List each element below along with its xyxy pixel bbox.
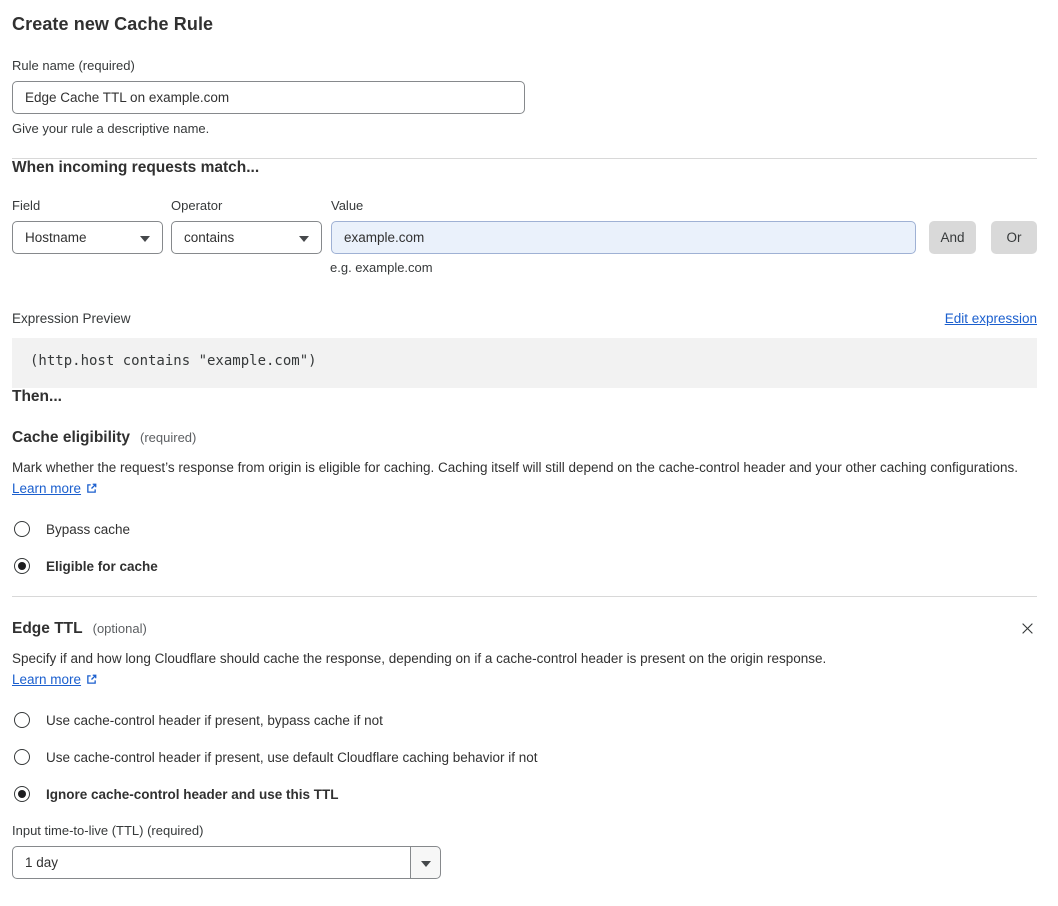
chevron-down-icon	[299, 230, 309, 245]
radio-option-label[interactable]: Bypass cache	[46, 522, 130, 537]
close-icon	[1020, 623, 1035, 639]
cache-eligibility-titlebar: Cache eligibility (required)	[12, 429, 1037, 447]
page-title: Create new Cache Rule	[12, 14, 214, 34]
edit-expression-link[interactable]: Edit expression	[945, 311, 1037, 326]
cache-eligibility-description: Mark whether the request’s response from…	[12, 457, 1037, 501]
external-link-icon	[85, 671, 98, 692]
cache-eligibility-qualifier: (required)	[140, 430, 197, 445]
radio-icon[interactable]	[14, 712, 30, 728]
value-helper: e.g. example.com	[330, 260, 433, 275]
create-cache-rule-form: Create new Cache Rule Rule name (require…	[0, 0, 1058, 899]
field-select[interactable]: Hostname	[12, 221, 163, 254]
radio-option-label[interactable]: Use cache-control header if present, use…	[46, 750, 538, 765]
chevron-down-icon	[140, 230, 150, 245]
chevron-down-icon	[420, 855, 431, 870]
edge-ttl-section: Edge TTL (optional) Specify if and how l…	[12, 597, 1037, 879]
radio-option-label[interactable]: Eligible for cache	[46, 559, 158, 574]
edge-ttl-learn-more-link[interactable]: Learn more	[12, 672, 81, 687]
ttl-label: Input time-to-live (TTL) (required)	[12, 823, 204, 838]
radio-option-eligible-for-cache[interactable]: Eligible for cache	[12, 558, 1037, 574]
ttl-combobox	[12, 846, 441, 879]
radio-icon[interactable]	[14, 749, 30, 765]
ttl-value-input[interactable]	[12, 846, 411, 879]
edge-ttl-titlebar: Edge TTL (optional)	[12, 597, 1037, 638]
ttl-input-block: Input time-to-live (TTL) (required)	[12, 823, 1037, 879]
operator-select-value: contains	[184, 230, 235, 245]
field-select-value: Hostname	[25, 230, 87, 245]
expression-preview-label: Expression Preview	[12, 311, 131, 326]
radio-option-label[interactable]: Use cache-control header if present, byp…	[46, 713, 383, 728]
edge-ttl-title: Edge TTL	[12, 620, 83, 637]
remove-edge-ttl-button[interactable]	[1018, 619, 1037, 638]
radio-icon-selected[interactable]	[14, 558, 30, 574]
rule-name-helper: Give your rule a descriptive name.	[12, 121, 210, 136]
then-heading: Then...	[12, 388, 62, 405]
rule-name-block: Rule name (required) Give your rule a de…	[12, 58, 1037, 136]
expression-header: Expression Preview Edit expression	[12, 311, 1037, 326]
radio-option-ignore-header-use-ttl[interactable]: Ignore cache-control header and use this…	[12, 786, 1037, 802]
edge-ttl-qualifier: (optional)	[92, 621, 147, 636]
edge-ttl-description: Specify if and how long Cloudflare shoul…	[12, 648, 844, 692]
rule-name-input[interactable]	[12, 81, 525, 114]
radio-option-use-header-bypass[interactable]: Use cache-control header if present, byp…	[12, 712, 1037, 728]
cache-eligibility-section: Cache eligibility (required) Mark whethe…	[12, 429, 1037, 574]
radio-option-bypass-cache[interactable]: Bypass cache	[12, 521, 1037, 537]
cache-eligibility-options: Bypass cache Eligible for cache	[12, 521, 1037, 574]
radio-option-label[interactable]: Ignore cache-control header and use this…	[46, 787, 339, 802]
value-label: Value	[331, 198, 364, 213]
value-input[interactable]	[331, 221, 916, 254]
match-controls-row: Hostname contains And Or	[12, 221, 1037, 254]
and-button[interactable]: And	[929, 221, 976, 254]
field-label: Field	[12, 198, 41, 213]
edge-ttl-description-text: Specify if and how long Cloudflare shoul…	[12, 651, 827, 666]
edge-ttl-options: Use cache-control header if present, byp…	[12, 712, 1037, 802]
operator-select[interactable]: contains	[171, 221, 322, 254]
radio-option-use-header-default[interactable]: Use cache-control header if present, use…	[12, 749, 1037, 765]
match-heading: When incoming requests match...	[12, 159, 260, 176]
external-link-icon	[85, 480, 98, 501]
or-button[interactable]: Or	[991, 221, 1037, 254]
expression-code-block: (http.host contains "example.com")	[12, 338, 1037, 388]
match-labels-row: Field Operator Value	[12, 198, 1037, 213]
operator-label: Operator	[171, 198, 223, 213]
ttl-dropdown-button[interactable]	[410, 846, 441, 879]
rule-name-label: Rule name (required)	[12, 58, 135, 73]
radio-icon-selected[interactable]	[14, 786, 30, 802]
cache-eligibility-learn-more-link[interactable]: Learn more	[12, 481, 81, 496]
cache-eligibility-description-text: Mark whether the request’s response from…	[12, 460, 1019, 475]
radio-icon[interactable]	[14, 521, 30, 537]
cache-eligibility-title: Cache eligibility	[12, 429, 131, 446]
